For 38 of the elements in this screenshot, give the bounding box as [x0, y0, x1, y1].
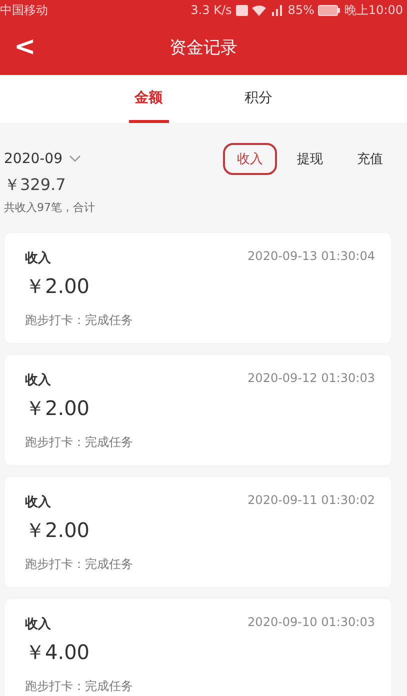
record-amount: ￥4.00: [25, 639, 90, 666]
record-amount: ￥2.00: [25, 395, 90, 422]
record-card[interactable]: 收入 2020-09-11 01:30:02 ￥2.00 跑步打卡：完成任务: [5, 477, 391, 587]
record-description: 跑步打卡：完成任务: [25, 556, 133, 573]
chevron-down-icon: [68, 155, 80, 163]
record-card[interactable]: 收入 2020-09-10 01:30:03 ￥4.00 跑步打卡：完成任务: [5, 599, 391, 696]
filter-chip[interactable]: 收入: [223, 143, 277, 175]
record-description: 跑步打卡：完成任务: [25, 434, 133, 451]
filter-chip[interactable]: 充值: [343, 143, 397, 175]
tab[interactable]: 积分: [238, 75, 278, 123]
record-type: 收入: [25, 250, 51, 267]
record-time: 2020-09-10 01:30:03: [248, 615, 375, 631]
record-amount: ￥2.00: [25, 273, 90, 300]
tab[interactable]: 金额: [128, 75, 168, 123]
record-time: 2020-09-13 01:30:04: [248, 249, 375, 265]
record-description: 跑步打卡：完成任务: [25, 678, 133, 695]
battery-icon: [318, 4, 340, 16]
summary-note: 共收入97笔，合计: [4, 200, 95, 215]
back-button[interactable]: <: [10, 32, 40, 62]
record-time: 2020-09-12 01:30:03: [248, 371, 375, 387]
network-speed: 3.3 K/s: [190, 3, 232, 17]
record-card[interactable]: 收入 2020-09-13 01:30:04 ￥2.00 跑步打卡：完成任务: [5, 233, 391, 343]
record-time: 2020-09-11 01:30:02: [248, 493, 375, 509]
record-type: 收入: [25, 616, 51, 633]
record-description: 跑步打卡：完成任务: [25, 312, 133, 329]
wifi-icon: [252, 4, 266, 16]
page-title: 资金记录: [170, 37, 238, 59]
record-card[interactable]: 收入 2020-09-12 01:30:03 ￥2.00 跑步打卡：完成任务: [5, 355, 391, 465]
total-amount: ￥329.7: [4, 175, 66, 196]
battery-percent: 85%: [288, 3, 314, 17]
carrier-name: 中国移动: [0, 2, 48, 18]
clock: 晚上10:00: [344, 2, 403, 18]
signal-icon: [270, 4, 284, 16]
filter-chip[interactable]: 提现: [283, 143, 337, 175]
record-amount: ￥2.00: [25, 517, 90, 544]
record-type: 收入: [25, 494, 51, 511]
month-selector[interactable]: 2020-09: [4, 151, 80, 167]
record-type: 收入: [25, 372, 51, 389]
